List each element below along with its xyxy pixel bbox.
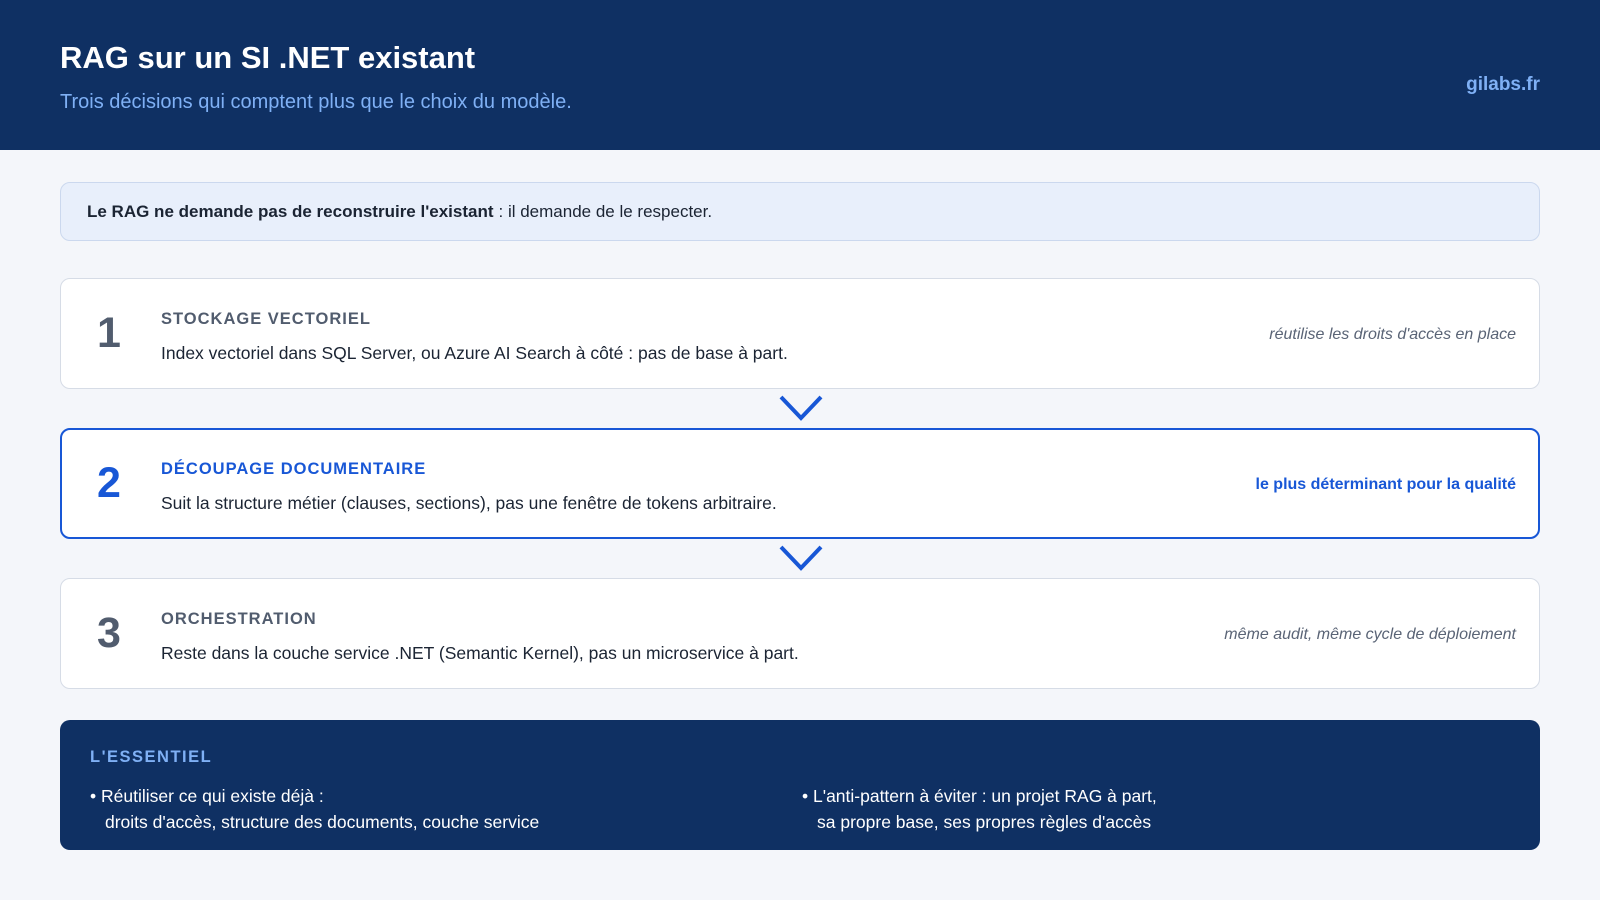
brand-link[interactable]: gilabs.fr xyxy=(1466,74,1540,96)
step-note: le plus déterminant pour la qualité xyxy=(1255,476,1516,493)
step-number: 2 xyxy=(97,459,121,507)
key-message-rest: : il demande de le respecter. xyxy=(498,201,713,221)
key-message-callout: Le RAG ne demande pas de reconstruire l'… xyxy=(60,182,1540,241)
key-message-bold: Le RAG ne demande pas de reconstruire l'… xyxy=(87,201,494,221)
step-number: 3 xyxy=(97,609,121,657)
chevron-down-icon xyxy=(779,395,823,421)
step-number: 1 xyxy=(97,309,121,357)
chevron-down-icon xyxy=(779,545,823,571)
summary-title: L'ESSENTIEL xyxy=(90,748,213,766)
step-description: Suit la structure métier (clauses, secti… xyxy=(161,493,777,513)
step-heading: DÉCOUPAGE DOCUMENTAIRE xyxy=(161,460,427,478)
summary-left-line-2: droits d'accès, structure des documents,… xyxy=(105,812,540,832)
header: RAG sur un SI .NET existant Trois décisi… xyxy=(0,0,1600,150)
page-title: RAG sur un SI .NET existant xyxy=(60,40,476,75)
step-heading: STOCKAGE VECTORIEL xyxy=(161,310,371,328)
step-card-2: 2 DÉCOUPAGE DOCUMENTAIRE Suit la structu… xyxy=(60,428,1540,539)
summary-left-column: • Réutiliser ce qui existe déjà : droits… xyxy=(90,783,539,835)
step-note: réutilise les droits d'accès en place xyxy=(1269,326,1516,343)
step-card-1: 1 STOCKAGE VECTORIEL Index vectoriel dan… xyxy=(60,278,1540,389)
page-subtitle: Trois décisions qui comptent plus que le… xyxy=(60,91,572,113)
summary-left-line-1: • Réutiliser ce qui existe déjà : xyxy=(90,786,324,806)
step-description: Reste dans la couche service .NET (Seman… xyxy=(161,643,799,663)
summary-right-line-1: • L'anti-pattern à éviter : un projet RA… xyxy=(802,786,1157,806)
summary-right-column: • L'anti-pattern à éviter : un projet RA… xyxy=(802,783,1157,835)
summary-panel: L'ESSENTIEL • Réutiliser ce qui existe d… xyxy=(60,720,1540,850)
step-card-3: 3 ORCHESTRATION Reste dans la couche ser… xyxy=(60,578,1540,689)
summary-right-line-2: sa propre base, ses propres règles d'acc… xyxy=(817,812,1152,832)
step-description: Index vectoriel dans SQL Server, ou Azur… xyxy=(161,343,788,363)
step-heading: ORCHESTRATION xyxy=(161,610,317,628)
step-note: même audit, même cycle de déploiement xyxy=(1224,626,1516,643)
